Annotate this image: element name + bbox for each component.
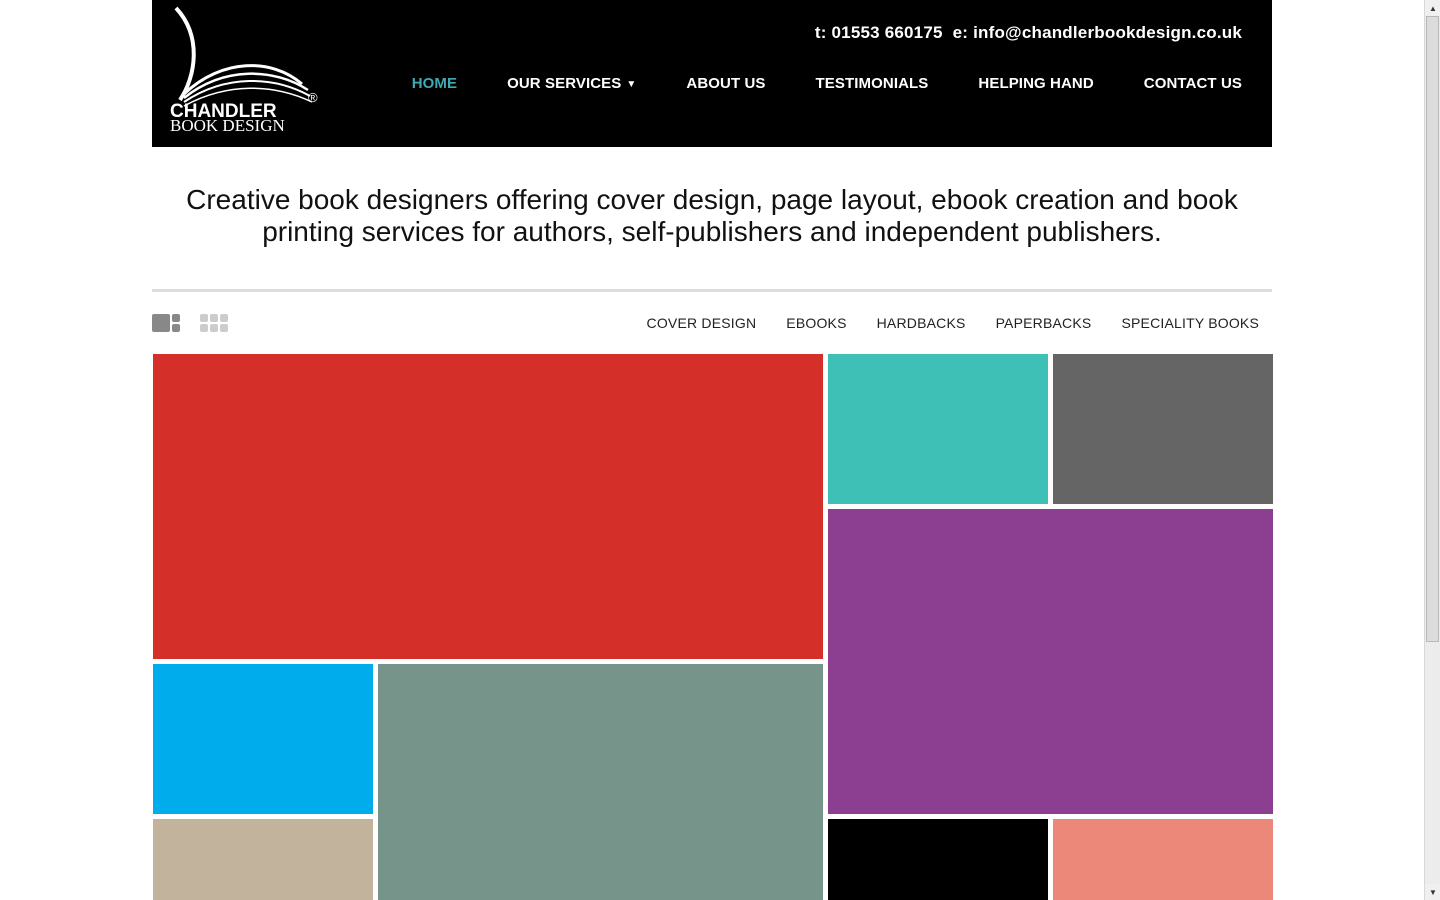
main-nav: HOME OUR SERVICES ▼ ABOUT US TESTIMONIALS… xyxy=(362,75,1242,92)
nav-home[interactable]: HOME xyxy=(412,75,457,92)
large-tiles-view-icon[interactable] xyxy=(152,313,180,333)
scroll-down-icon[interactable]: ▼ xyxy=(1425,884,1440,900)
portfolio-tile-purple[interactable] xyxy=(828,509,1273,814)
scroll-up-icon[interactable]: ▲ xyxy=(1425,0,1440,16)
portfolio-tile-teal[interactable] xyxy=(828,354,1048,504)
grid-view-icon[interactable] xyxy=(200,313,228,333)
site-header: CHANDLER ® BOOK DESIGN t: 01553 660175 e:… xyxy=(152,0,1272,147)
portfolio-tile-sage[interactable] xyxy=(378,664,823,900)
filter-hardbacks[interactable]: HARDBACKS xyxy=(877,315,966,331)
nav-our-services-label: OUR SERVICES xyxy=(507,75,622,92)
filter-ebooks[interactable]: EBOOKS xyxy=(786,315,846,331)
page: CHANDLER ® BOOK DESIGN t: 01553 660175 e:… xyxy=(152,0,1273,900)
filter-speciality-books[interactable]: SPECIALITY BOOKS xyxy=(1121,315,1259,331)
portfolio-tile-salmon[interactable] xyxy=(1053,819,1273,900)
email-address[interactable]: e: info@chandlerbookdesign.co.uk xyxy=(953,23,1242,42)
phone-number[interactable]: t: 01553 660175 xyxy=(815,23,943,42)
tagline: Creative book designers offering cover d… xyxy=(186,184,1238,247)
chandler-logo[interactable]: CHANDLER ® BOOK DESIGN xyxy=(162,6,322,136)
divider xyxy=(152,289,1272,292)
logo-swoosh-icon: CHANDLER ® BOOK DESIGN xyxy=(170,6,318,135)
scrollbar-thumb[interactable] xyxy=(1426,16,1439,642)
filter-paperbacks[interactable]: PAPERBACKS xyxy=(996,315,1092,331)
portfolio-tile-dark-grey[interactable] xyxy=(1053,354,1273,504)
nav-contact-us[interactable]: CONTACT US xyxy=(1144,75,1242,92)
portfolio-tile-blue[interactable] xyxy=(153,664,373,814)
portfolio-tile-beige[interactable] xyxy=(153,819,373,900)
portfolio-filters: COVER DESIGN EBOOKS HARDBACKS PAPERBACKS… xyxy=(617,315,1259,331)
nav-our-services[interactable]: OUR SERVICES ▼ xyxy=(507,75,636,92)
logo-subtitle: BOOK DESIGN xyxy=(170,116,285,135)
nav-helping-hand[interactable]: HELPING HAND xyxy=(978,75,1093,92)
chevron-down-icon: ▼ xyxy=(626,79,637,90)
contact-info: t: 01553 660175 e: info@chandlerbookdesig… xyxy=(815,23,1242,43)
portfolio-tile-black[interactable] xyxy=(828,819,1048,900)
logo-registered-mark: ® xyxy=(308,90,318,105)
page-scrollbar[interactable]: ▲ ▼ xyxy=(1424,0,1440,900)
nav-testimonials[interactable]: TESTIMONIALS xyxy=(816,75,929,92)
portfolio-tile-red[interactable] xyxy=(153,354,823,659)
nav-about-us[interactable]: ABOUT US xyxy=(686,75,765,92)
view-toggle xyxy=(152,313,228,333)
filter-cover-design[interactable]: COVER DESIGN xyxy=(647,315,757,331)
